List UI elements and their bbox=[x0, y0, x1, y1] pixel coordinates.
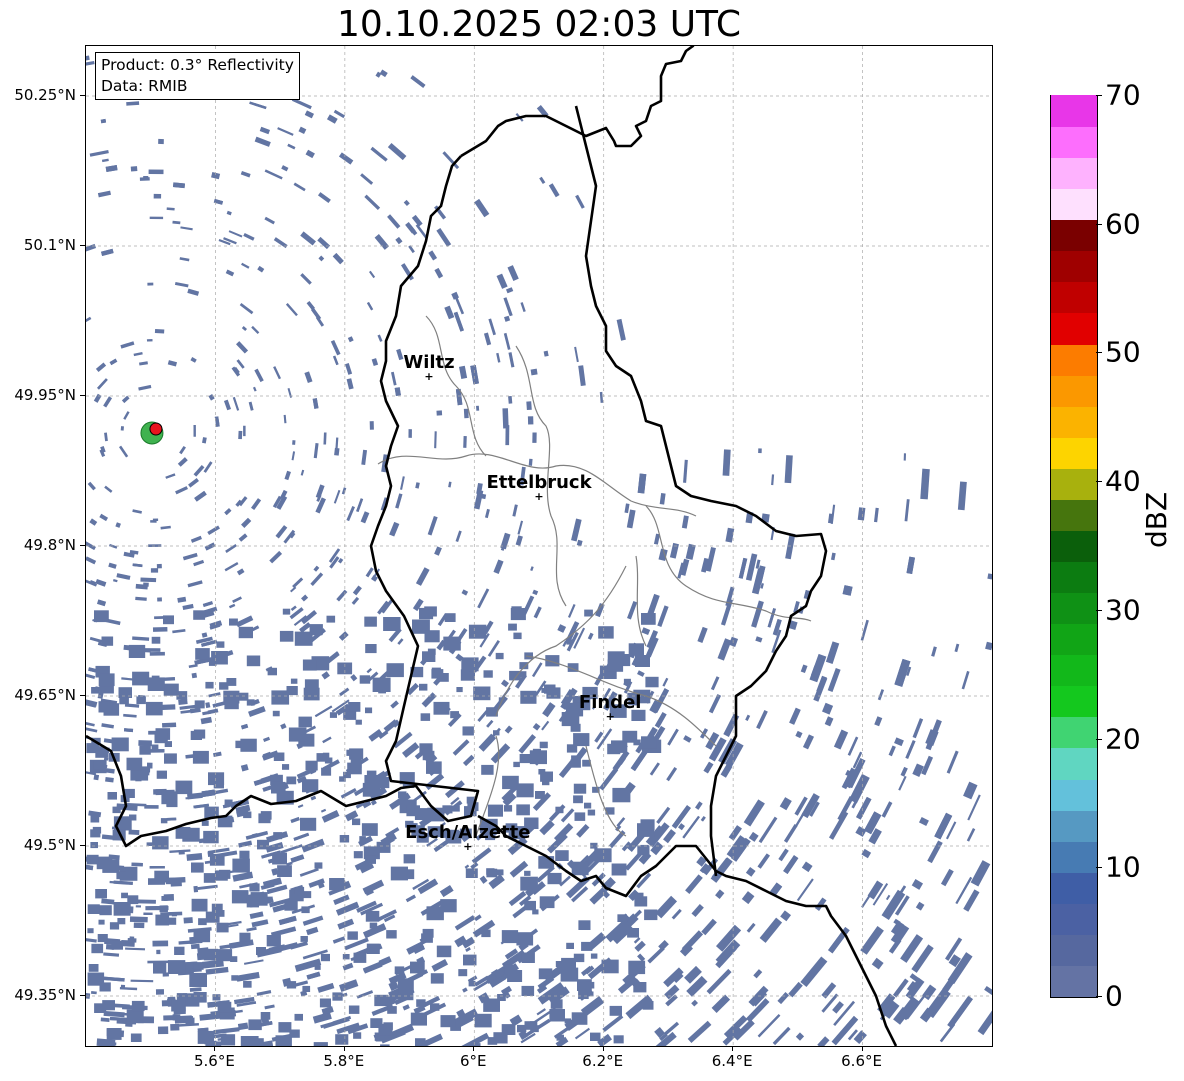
colorbar bbox=[1050, 95, 1098, 998]
colorbar-segment bbox=[1051, 778, 1097, 811]
radar-map[interactable]: + Wiltz + Ettelbruck + Findel + Esch/Alzette bbox=[85, 45, 993, 1047]
colorbar-tick bbox=[1096, 738, 1102, 740]
lat-tick bbox=[80, 395, 85, 396]
colorbar-segment bbox=[1051, 841, 1097, 873]
lon-tick-label: 6.2°E bbox=[582, 1052, 624, 1070]
lon-tick-label: 6°E bbox=[460, 1052, 487, 1070]
colorbar-tick bbox=[1096, 223, 1102, 225]
lat-tick-label: 49.95°N bbox=[14, 386, 76, 404]
colorbar-segment bbox=[1051, 685, 1097, 718]
city-label: Wiltz bbox=[403, 352, 454, 373]
colorbar-tick-label: 30 bbox=[1105, 593, 1141, 627]
colorbar-segment bbox=[1051, 126, 1097, 159]
colorbar-tick-label: 70 bbox=[1105, 78, 1141, 112]
lat-tick bbox=[80, 245, 85, 246]
colorbar-tick bbox=[1096, 867, 1102, 869]
gridlines bbox=[86, 46, 992, 1046]
canton-boundaries bbox=[377, 315, 812, 837]
colorbar-segment bbox=[1051, 499, 1097, 531]
city-label: Findel bbox=[579, 692, 642, 713]
colorbar-segment bbox=[1051, 343, 1097, 376]
colorbar-segment bbox=[1051, 747, 1097, 780]
lon-tick bbox=[861, 1046, 863, 1051]
data-source-label: Data: RMIB bbox=[101, 77, 188, 95]
colorbar-segment bbox=[1051, 219, 1097, 252]
colorbar-segment bbox=[1051, 406, 1097, 438]
colorbar-segment bbox=[1051, 375, 1097, 407]
lat-tick-label: 49.5°N bbox=[23, 836, 76, 854]
lat-tick-label: 50.1°N bbox=[23, 236, 76, 254]
lon-tick bbox=[473, 1046, 475, 1051]
colorbar-segment bbox=[1051, 157, 1097, 190]
colorbar-segment bbox=[1051, 716, 1097, 749]
lat-tick-label: 49.65°N bbox=[14, 686, 76, 704]
colorbar-segment bbox=[1051, 250, 1097, 283]
city-label: Esch/Alzette bbox=[405, 822, 530, 843]
lat-tick-label: 49.8°N bbox=[23, 536, 76, 554]
colorbar-segment bbox=[1051, 468, 1097, 500]
lon-tick-label: 5.8°E bbox=[323, 1052, 365, 1070]
colorbar-segment bbox=[1051, 188, 1097, 221]
colorbar-segment bbox=[1051, 281, 1097, 314]
colorbar-tick bbox=[1096, 481, 1102, 483]
colorbar-segment bbox=[1051, 654, 1097, 687]
reflectivity-layer bbox=[86, 55, 992, 1046]
colorbar-tick bbox=[1096, 95, 1102, 96]
lon-tick bbox=[343, 1046, 345, 1051]
colorbar-tick-label: 60 bbox=[1105, 207, 1141, 241]
lon-tick bbox=[732, 1046, 734, 1051]
colorbar-tick-label: 0 bbox=[1105, 979, 1123, 1013]
product-info-box: Product: 0.3° Reflectivity Data: RMIB bbox=[95, 52, 300, 100]
colorbar-segment bbox=[1051, 903, 1097, 935]
colorbar-unit-label: dBZ bbox=[1140, 491, 1173, 548]
lat-tick-label: 50.25°N bbox=[14, 86, 76, 104]
colorbar-tick-label: 40 bbox=[1105, 464, 1141, 498]
colorbar-segment bbox=[1051, 437, 1097, 469]
colorbar-segment bbox=[1051, 810, 1097, 842]
radar-site-marker[interactable] bbox=[140, 421, 164, 445]
lat-tick bbox=[80, 995, 85, 996]
colorbar-segment bbox=[1051, 965, 1097, 997]
lat-tick bbox=[80, 845, 85, 846]
colorbar-tick bbox=[1096, 352, 1102, 354]
lon-tick bbox=[602, 1046, 604, 1051]
lon-tick-label: 6.4°E bbox=[711, 1052, 753, 1070]
colorbar-tick-label: 10 bbox=[1105, 850, 1141, 884]
city-marker[interactable]: +Ettelbruck bbox=[486, 472, 592, 503]
lon-tick-label: 6.6°E bbox=[841, 1052, 882, 1070]
colorbar-segment bbox=[1051, 872, 1097, 904]
city-label: Ettelbruck bbox=[486, 472, 592, 493]
border-east bbox=[574, 105, 828, 877]
colorbar-segment bbox=[1051, 934, 1097, 966]
colorbar-segment bbox=[1051, 312, 1097, 345]
colorbar-tick bbox=[1096, 609, 1102, 611]
lat-tick bbox=[80, 695, 85, 696]
colorbar-segment bbox=[1051, 530, 1097, 563]
colorbar-tick-label: 50 bbox=[1105, 335, 1141, 369]
colorbar-tick bbox=[1096, 996, 1102, 997]
map-title: 10.10.2025 02:03 UTC bbox=[336, 4, 742, 45]
lon-tick-label: 5.6°E bbox=[194, 1052, 235, 1070]
lon-tick bbox=[214, 1046, 216, 1051]
colorbar-segment bbox=[1051, 95, 1097, 128]
colorbar-segment bbox=[1051, 561, 1097, 594]
colorbar-tick-label: 20 bbox=[1105, 722, 1141, 756]
border-north bbox=[460, 46, 695, 158]
colorbar-segment bbox=[1051, 592, 1097, 625]
lat-tick-label: 49.35°N bbox=[14, 986, 76, 1004]
lat-tick bbox=[80, 545, 85, 546]
lat-tick bbox=[80, 95, 85, 96]
product-label: Product: 0.3° Reflectivity bbox=[101, 56, 294, 74]
city-marker[interactable]: +Wiltz bbox=[403, 352, 454, 383]
colorbar-segment bbox=[1051, 623, 1097, 656]
map-canvas: +Wiltz+Ettelbruck+Findel+Esch/Alzette bbox=[86, 46, 992, 1046]
